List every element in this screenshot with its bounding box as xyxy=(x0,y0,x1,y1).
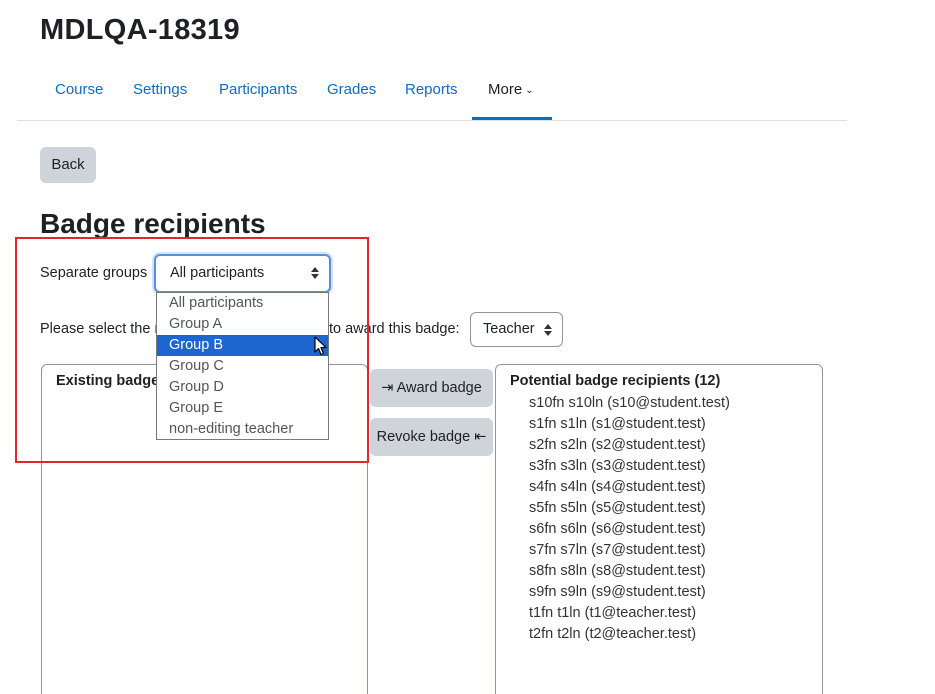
dropdown-option-non-editing-teacher[interactable]: non-editing teacher xyxy=(157,419,328,440)
page: MDLQA-18319 Course Settings Participants… xyxy=(0,0,935,694)
group-dropdown-list[interactable]: All participants Group A Group B Group C… xyxy=(156,292,329,440)
nav-tab-course[interactable]: Course xyxy=(55,72,103,120)
list-item[interactable]: s3fn s3ln (s3@student.test) xyxy=(529,458,706,474)
list-item[interactable]: s2fn s2ln (s2@student.test) xyxy=(529,437,706,453)
list-item[interactable]: s5fn s5ln (s5@student.test) xyxy=(529,500,706,516)
list-item[interactable]: t2fn t2ln (t2@teacher.test) xyxy=(529,626,696,642)
dropdown-option-group-d[interactable]: Group D xyxy=(157,377,328,398)
select-arrows-icon xyxy=(544,324,552,336)
group-select-value: All participants xyxy=(170,265,265,281)
dropdown-option-group-a[interactable]: Group A xyxy=(157,314,328,335)
page-heading: Badge recipients xyxy=(40,208,266,239)
secondary-navigation: Course Settings Participants Grades Repo… xyxy=(17,72,847,121)
revoke-badge-button[interactable]: Revoke badge ⇤ xyxy=(370,418,493,456)
list-item[interactable]: s4fn s4ln (s4@student.test) xyxy=(529,479,706,495)
list-item[interactable]: t1fn t1ln (t1@teacher.test) xyxy=(529,605,696,621)
dropdown-option-group-b[interactable]: Group B xyxy=(157,335,328,356)
existing-recipients-header: Existing badge xyxy=(56,373,160,389)
revoke-badge-label: Revoke badge xyxy=(376,429,471,445)
back-button[interactable]: Back xyxy=(40,147,96,183)
list-item[interactable]: s6fn s6ln (s6@student.test) xyxy=(529,521,706,537)
role-label-end: to award this badge: xyxy=(329,321,460,337)
nav-tab-reports[interactable]: Reports xyxy=(405,72,458,120)
award-badge-label: Award badge xyxy=(396,380,482,396)
list-item[interactable]: s9fn s9ln (s9@student.test) xyxy=(529,584,706,600)
course-title: MDLQA-18319 xyxy=(40,14,240,46)
nav-tab-participants[interactable]: Participants xyxy=(219,72,297,120)
list-item[interactable]: s7fn s7ln (s7@student.test) xyxy=(529,542,706,558)
separate-groups-label: Separate groups xyxy=(40,265,148,281)
potential-recipients-header: Potential badge recipients (12) xyxy=(510,373,721,389)
dropdown-option-all-participants[interactable]: All participants xyxy=(157,293,328,314)
chevron-down-icon: ⌄ xyxy=(525,85,534,96)
nav-tab-grades[interactable]: Grades xyxy=(327,72,376,120)
arrow-right-icon: ⇤ xyxy=(474,429,487,445)
award-badge-button[interactable]: ⇥ Award badge xyxy=(370,369,493,407)
nav-tab-settings[interactable]: Settings xyxy=(133,72,187,120)
list-item[interactable]: s8fn s8ln (s8@student.test) xyxy=(529,563,706,579)
group-select[interactable]: All participants xyxy=(154,254,331,293)
mouse-pointer-icon xyxy=(314,336,327,356)
role-select[interactable]: Teacher xyxy=(470,312,563,347)
role-select-value: Teacher xyxy=(483,321,535,337)
select-arrows-icon xyxy=(311,256,319,291)
arrow-left-icon: ⇥ xyxy=(381,380,394,396)
role-label-start: Please select the r xyxy=(40,321,160,337)
list-item[interactable]: s10fn s10ln (s10@student.test) xyxy=(529,395,730,411)
list-item[interactable]: s1fn s1ln (s1@student.test) xyxy=(529,416,706,432)
potential-recipients-list[interactable]: Potential badge recipients (12) s10fn s1… xyxy=(495,364,823,694)
more-label: More xyxy=(488,81,523,98)
dropdown-option-group-e[interactable]: Group E xyxy=(157,398,328,419)
nav-tab-more[interactable]: More ⌄ xyxy=(472,72,552,120)
dropdown-option-group-c[interactable]: Group C xyxy=(157,356,328,377)
